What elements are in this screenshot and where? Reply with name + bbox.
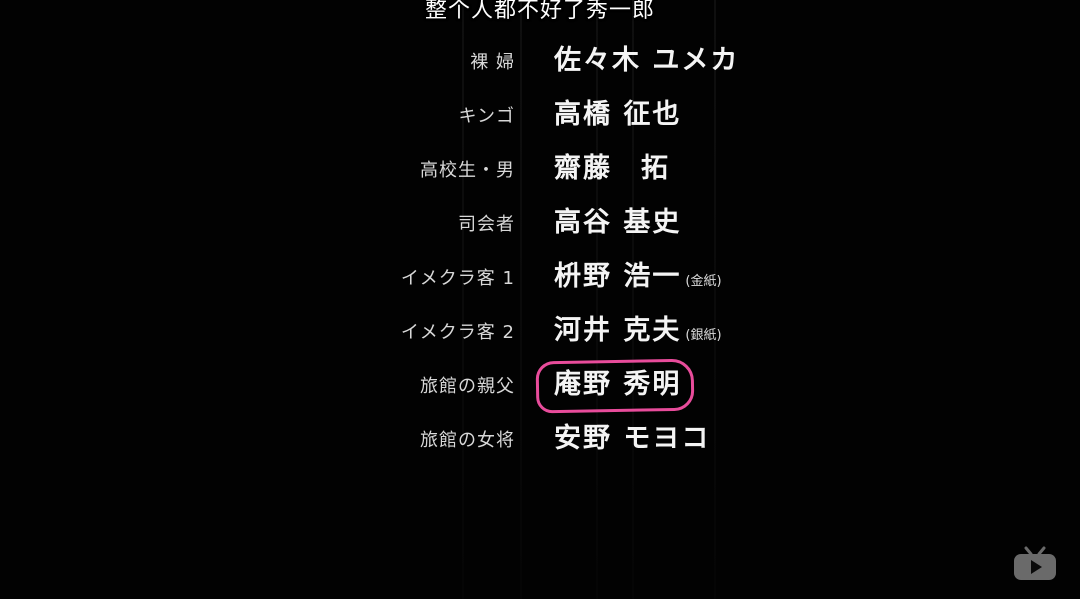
credit-row: イメクラ客 2 河井 克夫 (銀紙) (0, 304, 1080, 354)
credit-role: イメクラ客 2 (400, 322, 515, 343)
credit-name: 枡野 浩一 (金紙) (554, 261, 722, 292)
tv-play-icon (1014, 546, 1056, 580)
credit-role: イメクラ客 1 (400, 268, 515, 289)
credit-name: 安野 モヨコ (554, 423, 711, 454)
video-frame: 整个人都不好了秀一郎 裸 婦 佐々木 ユメカ キンゴ 高橋 征也 高校生・男 齋… (0, 0, 1080, 599)
credit-name: 河井 克夫 (銀紙) (554, 315, 722, 346)
credit-note: (銀紙) (685, 328, 722, 343)
credit-name: 佐々木 ユメカ (554, 45, 740, 76)
credit-name: 高橋 征也 (554, 99, 682, 130)
credit-role: 司会者 (458, 214, 515, 235)
credit-note: (金紙) (685, 274, 722, 289)
credit-role: 裸 婦 (470, 52, 515, 73)
credit-row: イメクラ客 1 枡野 浩一 (金紙) (0, 250, 1080, 300)
credit-role: キンゴ (458, 106, 515, 127)
credit-row: キンゴ 高橋 征也 (0, 88, 1080, 138)
credit-role: 高校生・男 (420, 160, 515, 181)
credit-row: 旅館の女将 安野 モヨコ (0, 412, 1080, 462)
credit-row: 裸 婦 佐々木 ユメカ (0, 34, 1080, 84)
credit-role: 旅館の女将 (420, 430, 515, 451)
credit-name: 高谷 基史 (554, 207, 682, 238)
credit-row: 高校生・男 齋藤 拓 (0, 142, 1080, 192)
credit-row: 司会者 高谷 基史 (0, 196, 1080, 246)
credit-name: 齋藤 拓 (554, 153, 670, 184)
highlight-circle (535, 358, 695, 414)
subtitle-text: 整个人都不好了秀一郎 (424, 0, 655, 23)
credit-role: 旅館の親父 (420, 376, 515, 397)
